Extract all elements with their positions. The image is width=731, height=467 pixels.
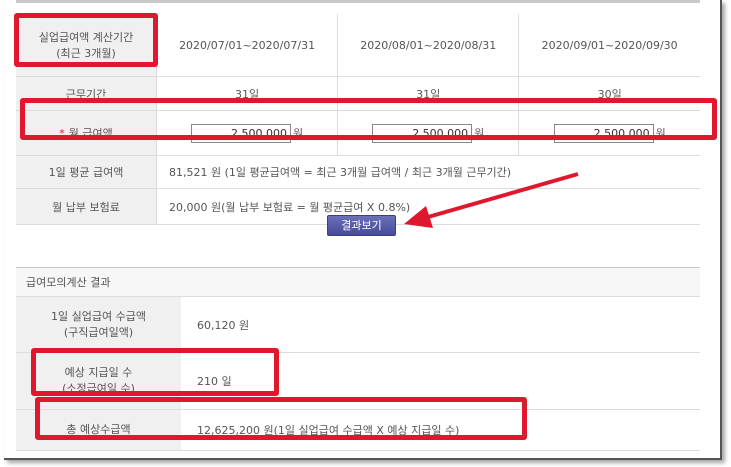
monthly-wage-label-text: 월 급여액 [68, 127, 113, 140]
expected-days-row: 예상 지급일 수 (소정급여일 수) 210 일 [16, 352, 700, 410]
view-result-button[interactable]: 결과보기 [327, 215, 396, 236]
wage-input-2[interactable] [372, 123, 473, 143]
workdays-2: 31일 [337, 76, 519, 111]
wage-input-1[interactable] [191, 123, 292, 143]
salary-calc-table: 실업급여액 계산기간 (최근 3개월) 2020/07/01~2020/07/3… [16, 14, 700, 225]
wage-input-3[interactable] [553, 123, 654, 143]
insurance-value: 20,000 원(월 납부 보험료 = 월 평균급여 X 0.8%) [156, 188, 700, 225]
workdays-1: 31일 [155, 76, 338, 111]
period-row: 실업급여액 계산기간 (최근 3개월) 2020/07/01~2020/07/3… [16, 14, 700, 77]
daily-benefit-value: 60,120 원 [181, 297, 700, 353]
required-star: * [59, 127, 65, 140]
daily-average-label: 1일 평균 급여액 [16, 155, 157, 189]
period-2: 2020/08/01~2020/08/31 [337, 14, 519, 77]
daily-average-value: 81,521 원 (1일 평균급여액 = 최근 3개월 급여액 / 최근 3개월… [156, 155, 700, 189]
top-divider [16, 0, 700, 3]
result-table: 1일 실업급여 수급액 (구직급여일액) 60,120 원 예상 지급일 수 (… [16, 297, 700, 451]
period-3: 2020/09/01~2020/09/30 [518, 14, 700, 77]
won-unit: 원 [474, 126, 485, 140]
workdays-row: 근무기간 31일 31일 30일 [16, 76, 700, 111]
insurance-label: 월 납부 보험료 [16, 188, 157, 225]
expected-days-label-line1: 예상 지급일 수 [64, 366, 133, 379]
daily-average-row: 1일 평균 급여액 81,521 원 (1일 평균급여액 = 최근 3개월 급여… [16, 155, 700, 189]
daily-benefit-label: 1일 실업급여 수급액 (구직급여일액) [16, 297, 181, 353]
period-label: 실업급여액 계산기간 (최근 3개월) [16, 14, 157, 77]
period-label-line2: (최근 3개월) [56, 47, 116, 60]
total-benefit-label: 총 예상수급액 [16, 409, 181, 451]
monthly-wage-label: * 월 급여액 [16, 110, 157, 156]
result-section-title: 급여모의계산 결과 [16, 267, 700, 297]
won-unit: 원 [655, 126, 666, 140]
won-unit: 원 [293, 126, 304, 140]
expected-days-value: 210 일 [181, 352, 700, 410]
expected-days-label-line2: (소정급여일 수) [62, 382, 135, 395]
wage-cell-1: 원 [155, 110, 338, 156]
wage-cell-2: 원 [337, 110, 519, 156]
expected-days-label: 예상 지급일 수 (소정급여일 수) [16, 352, 181, 410]
workdays-label: 근무기간 [16, 76, 157, 111]
monthly-wage-row: *월 급여액 원 원 원 [16, 110, 700, 156]
workdays-3: 30일 [518, 76, 700, 111]
period-label-line1: 실업급여액 계산기간 [38, 31, 134, 44]
daily-benefit-label-line2: (구직급여일액) [63, 325, 134, 339]
total-benefit-value: 12,625,200 원(1일 실업급여 수급액 X 예상 지급일 수) [181, 409, 700, 451]
total-benefit-row: 총 예상수급액 12,625,200 원(1일 실업급여 수급액 X 예상 지급… [16, 409, 700, 451]
daily-benefit-row: 1일 실업급여 수급액 (구직급여일액) 60,120 원 [16, 297, 700, 353]
daily-benefit-label-line1: 1일 실업급여 수급액 [51, 309, 146, 323]
period-1: 2020/07/01~2020/07/31 [155, 14, 338, 77]
wage-cell-3: 원 [518, 110, 700, 156]
